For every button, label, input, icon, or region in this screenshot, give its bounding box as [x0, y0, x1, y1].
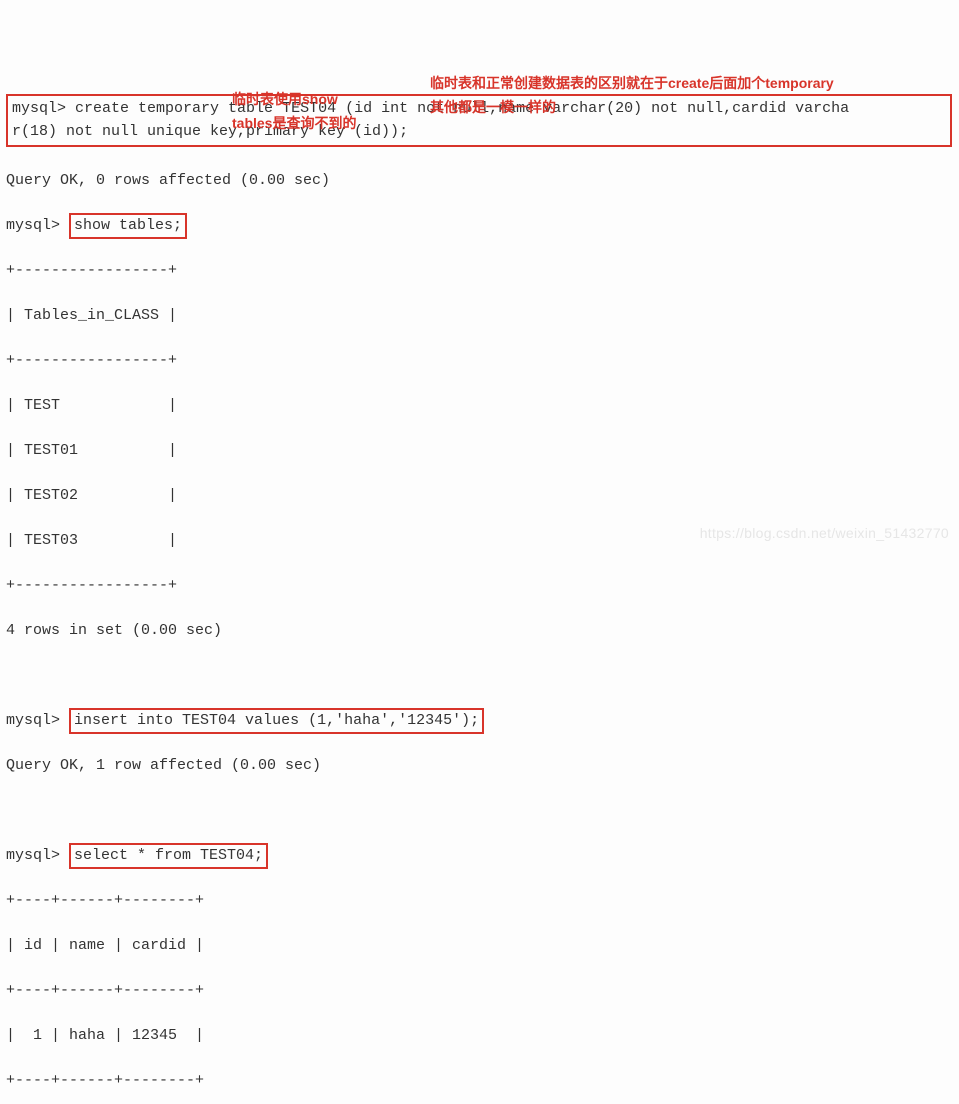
blank-line	[6, 665, 953, 688]
select-stmt: select * from TEST04;	[74, 847, 263, 864]
query-ok-0: Query OK, 0 rows affected (0.00 sec)	[6, 170, 953, 193]
query-ok-1: Query OK, 1 row affected (0.00 sec)	[6, 755, 953, 778]
result-header: | id | name | cardid |	[6, 935, 953, 958]
select-box: select * from TEST04;	[69, 843, 268, 870]
insert-stmt: insert into TEST04 values (1,'haha','123…	[74, 712, 479, 729]
blank-line	[6, 800, 953, 823]
select-line: mysql> select * from TEST04;	[6, 845, 953, 868]
result-border: +----+------+--------+	[6, 1070, 953, 1093]
insert-line: mysql> insert into TEST04 values (1,'hah…	[6, 710, 953, 733]
rows-in-set: 4 rows in set (0.00 sec)	[6, 620, 953, 643]
table-row: | TEST |	[6, 395, 953, 418]
prompt: mysql>	[6, 847, 60, 864]
show-tables-line: mysql> show tables;	[6, 215, 953, 238]
result-border: +----+------+--------+	[6, 890, 953, 913]
table-border: +-----------------+	[6, 575, 953, 598]
annot-line: 其他都是一模一样的	[430, 99, 556, 115]
annotation-temporary: 临时表和正常创建数据表的区别就在于create后面加个temporary 其他都是…	[430, 72, 930, 120]
table-row: | TEST02 |	[6, 485, 953, 508]
table-border: +-----------------+	[6, 260, 953, 283]
prompt: mysql>	[6, 217, 60, 234]
prompt: mysql>	[6, 712, 60, 729]
table-row: | TEST01 |	[6, 440, 953, 463]
annot-line: 临时表和正常创建数据表的区别就在于create后面加个temporary	[430, 75, 834, 91]
result-row: | 1 | haha | 12345 |	[6, 1025, 953, 1048]
prompt: mysql>	[12, 100, 66, 117]
annot-line: 临时表使用show	[232, 91, 338, 107]
show-tables-box: show tables;	[69, 213, 187, 240]
watermark: https://blog.csdn.net/weixin_51432770	[700, 523, 949, 544]
table-border: +-----------------+	[6, 350, 953, 373]
annot-line: tables是查询不到的	[232, 115, 356, 131]
annotation-show-tables: 临时表使用show tables是查询不到的	[232, 88, 402, 136]
show-tables-stmt: show tables;	[74, 217, 182, 234]
result-border: +----+------+--------+	[6, 980, 953, 1003]
insert-box: insert into TEST04 values (1,'haha','123…	[69, 708, 484, 735]
table-header: | Tables_in_CLASS |	[6, 305, 953, 328]
